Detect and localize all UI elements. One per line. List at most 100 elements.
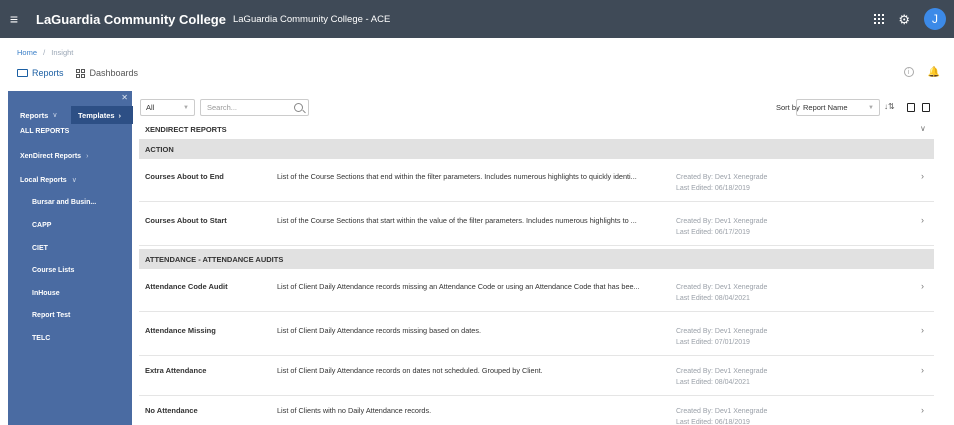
chevron-right-icon: › xyxy=(118,110,122,120)
tab-dashboards-label: Dashboards xyxy=(89,68,139,78)
breadcrumb-current: Insight xyxy=(51,48,74,57)
sort-value: Report Name xyxy=(803,103,848,112)
sidebar-item-local[interactable]: Local Reports ∨ xyxy=(20,176,77,185)
sidebar-templates-button[interactable]: Templates › xyxy=(71,106,133,124)
menu-icon[interactable]: ≡ xyxy=(0,0,28,38)
nav-tabs: Reports Dashboards xyxy=(17,68,138,78)
section-title: XENDIRECT REPORTS xyxy=(145,125,227,134)
breadcrumb-separator: / xyxy=(43,48,46,57)
top-bar: ≡ LaGuardia Community College LaGuardia … xyxy=(0,0,954,38)
info-icon[interactable]: i xyxy=(903,67,914,77)
tab-reports-label: Reports xyxy=(32,68,64,78)
avatar[interactable]: J xyxy=(924,8,946,30)
report-description: List of Client Daily Attendance records … xyxy=(277,326,482,335)
report-name[interactable]: Extra Attendance xyxy=(145,366,206,375)
folder-icon xyxy=(17,69,28,77)
view-toggle-alt-icon[interactable] xyxy=(922,103,930,112)
sidebar-item-all-reports[interactable]: ALL REPORTS xyxy=(20,128,69,135)
report-edited: Last Edited: 06/18/2019 xyxy=(676,185,750,192)
gear-icon[interactable]: ⚙ xyxy=(898,13,910,26)
sidebar: ✕ Reports ∨ Templates › ALL REPORTS XenD… xyxy=(8,91,133,425)
group-header-attendance[interactable]: ATTENDANCE - ATTENDANCE AUDITS xyxy=(139,249,934,269)
report-row[interactable]: Extra Attendance List of Client Daily At… xyxy=(139,353,934,396)
report-meta: Created By: Dev1 Xenegrade Last Edited: … xyxy=(676,406,767,425)
report-description: List of Client Daily Attendance records … xyxy=(277,366,543,375)
report-row[interactable]: Courses About to End List of the Course … xyxy=(139,159,934,202)
report-edited: Last Edited: 07/01/2019 xyxy=(676,339,750,346)
report-meta: Created By: Dev1 Xenegrade Last Edited: … xyxy=(676,282,767,304)
report-created: Created By: Dev1 Xenegrade xyxy=(676,284,768,291)
report-name[interactable]: Attendance Missing xyxy=(145,326,216,335)
sidebar-item-xendirect[interactable]: XenDirect Reports › xyxy=(20,153,88,160)
report-row[interactable]: Courses About to Start List of the Cours… xyxy=(139,203,934,246)
report-edited: Last Edited: 06/18/2019 xyxy=(676,419,750,425)
sidebar-item-bursar[interactable]: Bursar and Busin... xyxy=(32,199,96,206)
sidebar-item-local-label: Local Reports xyxy=(20,176,67,184)
chevron-down-icon: ▼ xyxy=(183,104,189,111)
report-description: List of Clients with no Daily Attendance… xyxy=(277,406,432,415)
sidebar-item-xendirect-label: XenDirect Reports xyxy=(20,153,82,160)
report-edited: Last Edited: 06/17/2019 xyxy=(676,229,750,236)
close-icon[interactable]: ✕ xyxy=(121,93,128,102)
report-edited: Last Edited: 08/04/2021 xyxy=(676,295,750,302)
report-created: Created By: Dev1 Xenegrade xyxy=(676,368,768,375)
tab-reports[interactable]: Reports xyxy=(17,68,64,78)
chevron-right-icon[interactable]: › xyxy=(921,365,924,375)
report-name[interactable]: Courses About to Start xyxy=(145,216,227,225)
report-meta: Created By: Dev1 Xenegrade Last Edited: … xyxy=(676,172,767,194)
dashboard-icon xyxy=(75,68,86,78)
report-row[interactable]: Attendance Missing List of Client Daily … xyxy=(139,313,934,356)
sidebar-item-capp[interactable]: CAPP xyxy=(32,222,51,229)
report-meta: Created By: Dev1 Xenegrade Last Edited: … xyxy=(676,326,767,348)
report-name[interactable]: No Attendance xyxy=(145,406,198,415)
report-name[interactable]: Courses About to End xyxy=(145,172,224,181)
filter-select[interactable]: All ▼ xyxy=(140,99,195,116)
sidebar-item-report-test[interactable]: Report Test xyxy=(32,312,70,319)
apps-grid-icon[interactable] xyxy=(874,14,885,24)
report-row[interactable]: No Attendance List of Clients with no Da… xyxy=(139,393,934,425)
tab-dashboards[interactable]: Dashboards xyxy=(75,68,139,78)
chevron-right-icon[interactable]: › xyxy=(921,405,924,415)
sidebar-reports-dropdown[interactable]: Reports ∨ xyxy=(8,111,57,120)
filter-value: All xyxy=(146,103,155,112)
view-toggle-icon[interactable] xyxy=(907,103,915,112)
report-meta: Created By: Dev1 Xenegrade Last Edited: … xyxy=(676,366,767,388)
app-title: LaGuardia Community College xyxy=(36,11,226,27)
sidebar-item-inhouse[interactable]: InHouse xyxy=(32,290,60,297)
report-created: Created By: Dev1 Xenegrade xyxy=(676,174,768,181)
sort-select[interactable]: Report Name ▼ xyxy=(796,99,880,116)
report-row[interactable]: Attendance Code Audit List of Client Dai… xyxy=(139,269,934,312)
sidebar-templates-label: Templates xyxy=(78,110,115,120)
report-description: List of the Course Sections that start w… xyxy=(277,216,637,225)
chevron-right-icon[interactable]: › xyxy=(921,171,924,181)
sidebar-item-course-lists[interactable]: Course Lists xyxy=(32,267,74,274)
group-header-action[interactable]: ACTION xyxy=(139,139,934,159)
search-icon[interactable] xyxy=(294,103,303,112)
report-description: List of Client Daily Attendance records … xyxy=(277,282,640,291)
app-subtitle: LaGuardia Community College - ACE xyxy=(232,13,391,25)
sidebar-item-ciet[interactable]: CIET xyxy=(32,245,48,252)
report-created: Created By: Dev1 Xenegrade xyxy=(676,408,768,415)
chevron-right-icon[interactable]: › xyxy=(921,215,924,225)
chevron-right-icon[interactable]: › xyxy=(921,281,924,291)
chevron-right-icon: › xyxy=(86,153,89,160)
report-name[interactable]: Attendance Code Audit xyxy=(145,282,228,291)
report-description: List of the Course Sections that end wit… xyxy=(277,172,637,181)
report-created: Created By: Dev1 Xenegrade xyxy=(676,328,768,335)
chevron-down-icon: ∨ xyxy=(52,112,58,119)
chevron-right-icon[interactable]: › xyxy=(921,325,924,335)
breadcrumb-home[interactable]: Home xyxy=(17,48,37,57)
chevron-down-icon: ∨ xyxy=(71,177,77,184)
search-placeholder: Search... xyxy=(207,103,238,112)
search-input[interactable]: Search... xyxy=(200,99,309,116)
report-created: Created By: Dev1 Xenegrade xyxy=(676,218,768,225)
sort-order-icon[interactable]: ↓⇅ xyxy=(884,102,895,111)
sidebar-reports-label: Reports xyxy=(20,110,49,120)
report-meta: Created By: Dev1 Xenegrade Last Edited: … xyxy=(676,216,767,238)
breadcrumb: Home / Insight xyxy=(17,48,73,57)
chevron-down-icon[interactable]: ∨ xyxy=(920,124,926,133)
sidebar-item-telc[interactable]: TELC xyxy=(32,335,50,342)
chevron-down-icon: ▼ xyxy=(868,104,874,111)
bell-icon[interactable]: 🔔 xyxy=(928,67,940,78)
report-edited: Last Edited: 08/04/2021 xyxy=(676,379,750,386)
